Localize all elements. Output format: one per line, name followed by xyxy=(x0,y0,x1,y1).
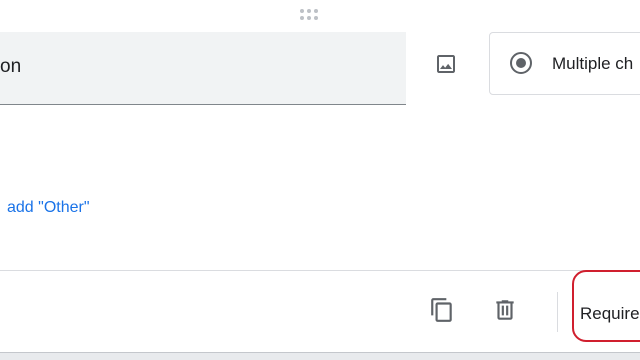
bottom-scroll-edge xyxy=(0,352,640,360)
delete-button[interactable] xyxy=(485,290,525,330)
required-toggle-label[interactable]: Require xyxy=(580,304,640,324)
question-type-select[interactable]: Multiple ch xyxy=(489,32,640,95)
question-type-label: Multiple ch xyxy=(552,54,634,73)
question-title-text: on xyxy=(0,56,22,77)
required-highlight: Require xyxy=(572,270,640,342)
duplicate-button[interactable] xyxy=(422,290,462,330)
radio-button-checked-icon xyxy=(510,52,532,74)
trash-icon xyxy=(496,300,514,320)
add-other-option-link[interactable]: add "Other" xyxy=(7,199,90,217)
image-icon xyxy=(437,55,455,73)
question-title-field[interactable]: on xyxy=(0,32,406,105)
footer-separator xyxy=(557,292,558,332)
footer-divider xyxy=(0,270,640,271)
content-copy-icon xyxy=(431,298,452,322)
drag-handle-icon[interactable] xyxy=(300,9,322,21)
add-image-button[interactable] xyxy=(426,44,466,84)
